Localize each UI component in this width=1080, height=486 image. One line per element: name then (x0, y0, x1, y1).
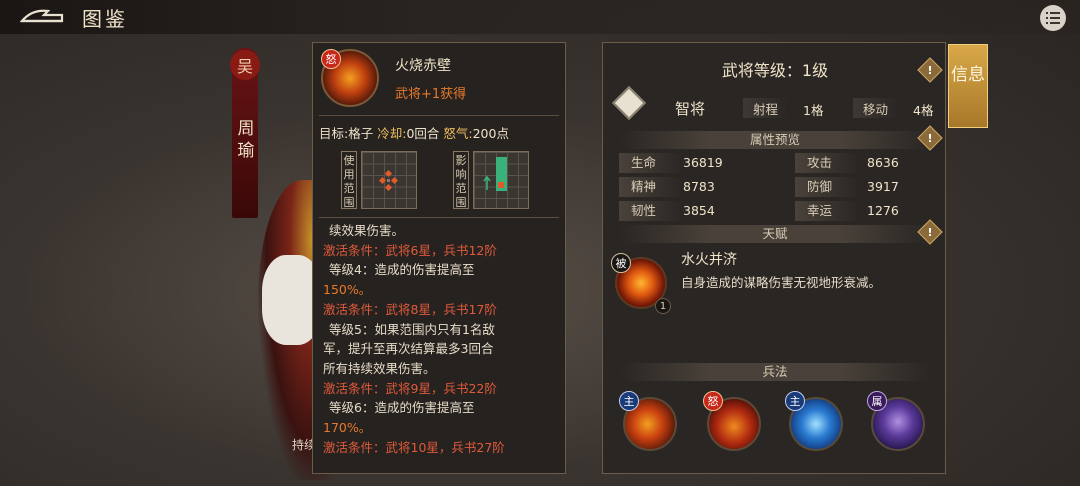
attributes-section-title: 属性预览 (619, 131, 931, 149)
strategist-class-icon (612, 86, 646, 120)
attr-defense-value: 3917 (867, 179, 899, 194)
range-value: 1格 (803, 103, 824, 118)
attr-toughness-value: 3854 (683, 203, 715, 218)
effect-area-icon (483, 157, 507, 191)
activation-condition: 激活条件：武将10星，兵书27阶 (323, 439, 505, 455)
skill-source: 武将+1获得 (395, 87, 467, 102)
move-value: 4格 (913, 103, 934, 118)
effect-range-label: 影响范围 (453, 151, 469, 209)
talent-name: 水火并济 (681, 252, 737, 268)
cooldown-value: 0回合 (406, 126, 440, 141)
activation-condition: 激活条件：武将9星，兵书22阶 (323, 380, 497, 396)
hero-info-panel: 武将等级：1级 ! 智将 射程 1格 移动 4格 属性预览 ! 生命 36819… (602, 42, 946, 474)
exclamation-icon: ! (927, 225, 933, 239)
info-tab[interactable]: 信息 (948, 44, 988, 128)
attr-attack-value: 8636 (867, 155, 899, 170)
attr-toughness-label: 韧性 (619, 201, 683, 221)
rage-badge: 怒 (321, 49, 341, 69)
target-value: 格子 (348, 126, 374, 141)
list-icon (1046, 12, 1060, 24)
target-label: 目标: (319, 126, 349, 141)
passive-badge: 被 (611, 253, 631, 273)
desc-line: 所有持续效果伤害。 (323, 360, 436, 376)
desc-line: 等级6：造成的伤害提高至 (329, 400, 475, 416)
back-button[interactable] (18, 7, 66, 27)
attribute-tactic-badge: 属 (867, 391, 887, 411)
back-arrow-icon (19, 9, 64, 23)
use-range-grid (361, 151, 417, 209)
effect-range-grid (473, 151, 529, 209)
desc-line: 等级4：造成的伤害提高至 (329, 262, 475, 278)
skill-description: 续效果伤害。 激活条件：武将6星，兵书12阶 等级4：造成的伤害提高至 150%… (323, 221, 559, 457)
page-title: 图鉴 (82, 7, 128, 31)
hero-class: 智将 (675, 100, 706, 118)
use-range-label: 使用范围 (341, 151, 357, 209)
faction-badge: 吴 (230, 50, 260, 80)
exclamation-icon: ! (927, 131, 933, 145)
attr-luck-label: 幸运 (795, 201, 859, 221)
exclamation-icon: ! (927, 63, 933, 77)
hero-name: 周瑜 (237, 119, 255, 161)
attr-row: 生命 36819 攻击 8636 (619, 153, 931, 175)
divider (319, 217, 559, 218)
activation-condition: 激活条件：武将6星，兵书12阶 (323, 242, 497, 258)
attr-luck-value: 1276 (867, 203, 899, 218)
cooldown-label: 冷却: (377, 126, 407, 141)
attr-spirit-value: 8783 (683, 179, 715, 194)
main-tactic-badge: 主 (785, 391, 805, 411)
attr-hp-value: 36819 (683, 155, 723, 170)
move-label: 移动 (853, 98, 899, 118)
main-tactic-badge: 主 (619, 391, 639, 411)
talent-level-badge: 1 (655, 298, 671, 314)
attr-hp-label: 生命 (619, 153, 683, 173)
attr-row: 精神 8783 防御 3917 (619, 177, 931, 199)
rage-value: 200点 (472, 126, 509, 141)
desc-percent: 170%。 (323, 420, 372, 436)
desc-line: 续效果伤害。 (329, 223, 405, 238)
top-bar: 图鉴 (0, 0, 1080, 34)
talent-description: 自身造成的谋略伤害无视地形衰减。 (681, 275, 882, 290)
rage-tactic-badge: 怒 (703, 391, 723, 411)
skill-name: 火烧赤壁 (395, 58, 451, 74)
effect-range: 影响范围 (453, 151, 541, 209)
hero-level: 武将等级：1级 (721, 61, 829, 80)
activation-condition: 激活条件：武将8星，兵书17阶 (323, 301, 497, 317)
use-range: 使用范围 (341, 151, 429, 209)
menu-button[interactable] (1040, 5, 1066, 31)
range-label: 射程 (743, 98, 789, 118)
rage-label: 怒气: (443, 126, 473, 141)
skill-detail-panel: 怒 火烧赤壁 武将+1获得 目标:格子 冷却:0回合 怒气:200点 使用范围 … (312, 42, 566, 474)
attr-attack-label: 攻击 (795, 153, 859, 173)
tactics-section-title: 兵法 (619, 363, 931, 381)
attr-spirit-label: 精神 (619, 177, 683, 197)
attr-row: 韧性 3854 幸运 1276 (619, 201, 931, 223)
talent-section-title: 天赋 (619, 225, 931, 243)
skill-stats: 目标:格子 冷却:0回合 怒气:200点 (319, 123, 509, 142)
divider (319, 115, 559, 116)
attr-defense-label: 防御 (795, 177, 859, 197)
desc-line: 军，提升至再次结算最多3回合 (323, 341, 494, 357)
desc-line: 等级5：如果范围内只有1名敌 (329, 321, 495, 337)
desc-percent: 150%。 (323, 282, 372, 298)
range-dots-icon (378, 169, 399, 192)
